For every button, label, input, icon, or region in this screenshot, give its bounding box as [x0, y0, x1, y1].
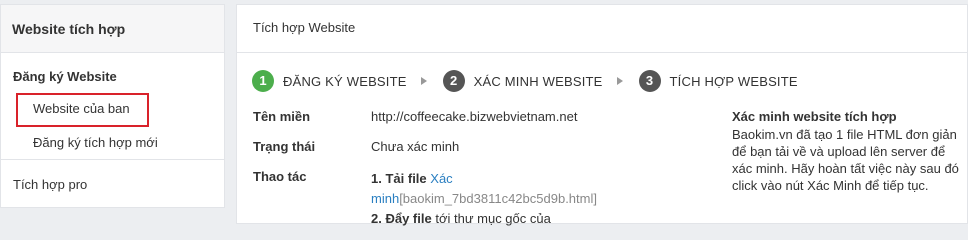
verify-file-name: [baokim_7bd3811c42bc5d9b.html]: [399, 191, 597, 206]
main-panel: Tích hợp Website 1 ĐĂNG KÝ WEBSITE 2 XÁC…: [236, 4, 968, 226]
verify-info-title: Xác minh website tích hợp: [732, 109, 897, 124]
chevron-right-icon: [616, 77, 623, 85]
domain-label: Tên miền: [253, 109, 311, 124]
action-label: Thao tác: [253, 169, 307, 184]
action-1-title: Tải file: [385, 171, 427, 186]
step-progress: 1 ĐĂNG KÝ WEBSITE 2 XÁC MINH WEBSITE 3 T…: [252, 70, 798, 92]
step-register: 1 ĐĂNG KÝ WEBSITE: [252, 70, 407, 92]
domain-value: http://coffeecake.bizwebvietnam.net: [371, 109, 578, 124]
sidebar: Website tích hợp Đăng ký Website Website…: [0, 4, 225, 208]
action-step-2: 2. Đẩy file tới thư mục gốc của: [371, 209, 641, 229]
verify-file-link[interactable]: Xác: [430, 171, 452, 186]
sidebar-section-register-website[interactable]: Đăng ký Website: [1, 69, 224, 84]
sidebar-title: Website tích hợp: [1, 5, 224, 53]
step-2-label: XÁC MINH WEBSITE: [473, 73, 603, 89]
action-steps: 1. Tải file Xác minh[baokim_7bd3811c42bc…: [371, 169, 641, 229]
page-title: Tích hợp Website: [237, 5, 967, 53]
action-2-text: tới thư mục gốc của: [435, 211, 551, 226]
step-integrate: 3 TÍCH HỢP WEBSITE: [638, 70, 798, 92]
sidebar-item-pro-integration[interactable]: Tích hợp pro: [13, 177, 87, 192]
action-step-1-cont: minh[baokim_7bd3811c42bc5d9b.html]: [371, 189, 641, 209]
action-2-title: Đẩy file: [385, 211, 432, 226]
action-1-number: 1.: [371, 171, 382, 186]
action-step-1: 1. Tải file Xác: [371, 169, 641, 189]
sidebar-item-your-website[interactable]: Website của ban: [16, 93, 149, 127]
step-2-badge: 2: [442, 70, 465, 92]
status-label: Trạng thái: [253, 139, 316, 154]
step-3-badge: 3: [638, 70, 661, 92]
verify-info-box: Xác minh website tích hợp Baokim.vn đã t…: [732, 108, 962, 194]
verify-file-link-cont[interactable]: minh: [371, 191, 399, 206]
step-verify: 2 XÁC MINH WEBSITE: [442, 70, 603, 92]
sidebar-divider: [1, 159, 224, 160]
step-3-label: TÍCH HỢP WEBSITE: [669, 73, 798, 89]
chevron-right-icon: [420, 77, 427, 85]
verify-info-body: Baokim.vn đã tạo 1 file HTML đơn giản để…: [732, 127, 959, 193]
action-2-number: 2.: [371, 211, 382, 226]
status-value: Chưa xác minh: [371, 139, 460, 154]
step-1-badge: 1: [252, 70, 274, 92]
sidebar-item-new-integration[interactable]: Đăng ký tích hợp mới: [33, 135, 158, 150]
step-1-label: ĐĂNG KÝ WEBSITE: [283, 73, 407, 89]
